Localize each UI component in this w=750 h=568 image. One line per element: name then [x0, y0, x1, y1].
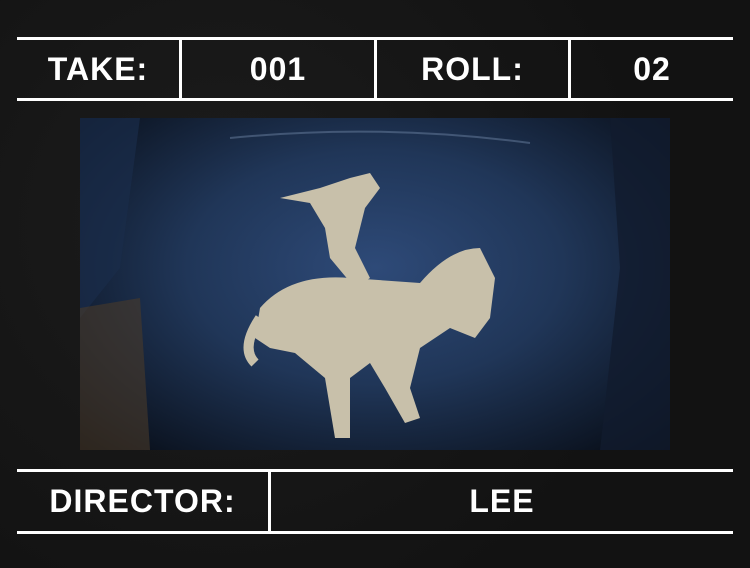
bronco-patch-image: [80, 118, 670, 450]
take-value: 001: [249, 50, 307, 87]
roll-label: ROLL:: [421, 50, 524, 87]
divider: [17, 98, 733, 101]
director-label: DIRECTOR:: [49, 483, 236, 519]
take-label: TAKE:: [47, 50, 149, 87]
roll-value: 02: [633, 50, 671, 87]
director-value: LEE: [469, 483, 535, 519]
divider: [17, 531, 733, 534]
jacket-photo: [80, 118, 670, 450]
